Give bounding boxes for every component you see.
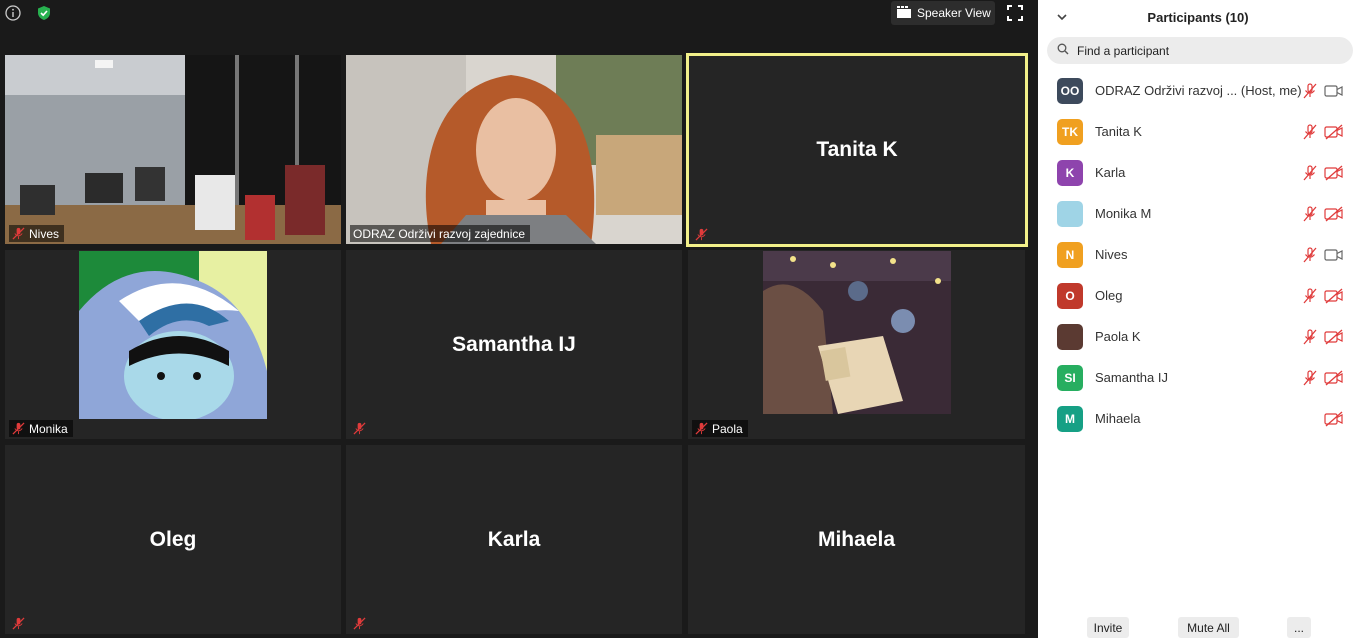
muted-mic-icon [695,228,708,241]
participant-label: Paola [692,420,748,437]
avatar: N [1057,241,1083,268]
participant-label [692,226,711,243]
participant-row[interactable]: SI Samantha IJ [1038,357,1358,398]
participant-label: ODRAZ Održivi razvoj zajednice [350,225,531,242]
participant-name: Tanita K [1095,124,1142,139]
camera-off-icon[interactable] [1324,124,1344,140]
participant-row[interactable]: Paola K [1038,316,1358,357]
participant-name: Nives [1095,247,1128,262]
muted-mic-icon [12,227,25,240]
muted-mic-icon [12,617,25,630]
participant-name: Samantha IJ [452,332,576,356]
video-tile-nives[interactable]: Nives [5,55,341,244]
search-icon [1057,42,1069,60]
camera-off-icon[interactable] [1324,411,1344,427]
muted-mic-icon[interactable] [1302,328,1318,345]
classroom-video [5,55,341,244]
invite-button[interactable]: Invite [1087,617,1129,638]
speaker-video [346,55,682,244]
avatar: O [1057,282,1083,309]
security-shield-icon[interactable] [35,4,53,22]
participant-search[interactable] [1047,37,1353,64]
muted-mic-icon [353,422,366,435]
participant-name: Karla [487,527,541,551]
muted-mic-icon[interactable] [1302,123,1318,140]
camera-off-icon[interactable] [1324,329,1344,345]
info-icon[interactable] [4,4,22,22]
participant-name: Samantha IJ [1095,370,1168,385]
avatar: M [1057,405,1083,432]
more-button[interactable]: ... [1287,617,1311,638]
participant-row[interactable]: M Mihaela [1038,398,1358,439]
muted-mic-icon[interactable] [1302,205,1318,222]
video-gallery: Speaker View Nives ODRAZ Održivi razvoj … [0,0,1038,638]
participant-label: Monika [9,420,73,437]
paola-avatar-image [763,251,951,414]
muted-mic-icon [695,422,708,435]
avatar [1057,200,1083,227]
participant-name: Karla [1095,165,1126,180]
participant-row[interactable]: OO ODRAZ Održivi razvoj ... (Host, me) [1038,70,1358,111]
participant-label [350,420,369,437]
camera-off-icon[interactable] [1324,165,1344,181]
participant-name: Tanita K [816,138,898,161]
muted-mic-icon[interactable] [1302,164,1318,181]
avatar: TK [1057,118,1083,145]
participant-name: Oleg [1095,288,1123,303]
video-tile-samantha[interactable]: Samantha IJ [346,250,682,439]
camera-on-icon[interactable] [1324,247,1344,263]
avatar [1057,323,1083,350]
avatar: K [1057,159,1083,186]
video-tile-mihaela[interactable]: Mihaela [688,445,1025,634]
participant-label [350,615,369,632]
participant-name: Mihaela [817,527,896,551]
panel-title: Participants (10) [1147,9,1249,25]
avatar: OO [1057,77,1083,104]
video-tile-paola[interactable]: Paola [688,250,1025,439]
camera-off-icon[interactable] [1324,206,1344,222]
participant-row[interactable]: Monika M [1038,193,1358,234]
camera-on-icon[interactable] [1324,83,1344,99]
speaker-view-button[interactable]: Speaker View [891,1,995,25]
participant-row[interactable]: N Nives [1038,234,1358,275]
participant-row[interactable]: TK Tanita K [1038,111,1358,152]
participant-name: Paola K [1095,329,1141,344]
camera-off-icon[interactable] [1324,288,1344,304]
participant-name: Mihaela [1095,411,1141,426]
speaker-view-label: Speaker View [917,6,991,20]
muted-mic-icon[interactable] [1302,246,1318,263]
video-tile-monika[interactable]: Monika [5,250,341,439]
muted-mic-icon [353,617,366,630]
video-tile-oleg[interactable]: Oleg [5,445,341,634]
muted-mic-icon[interactable] [1302,369,1318,386]
camera-off-icon[interactable] [1324,370,1344,386]
video-tile-karla[interactable]: Karla [346,445,682,634]
participant-name: Monika M [1095,206,1152,221]
participant-label: Nives [9,225,65,242]
participant-name: Oleg [149,527,197,551]
monika-avatar-image [79,251,267,419]
participants-panel: Participants (10) OO ODRAZ Održivi razvoj… [1038,0,1358,638]
participant-row[interactable]: K Karla [1038,152,1358,193]
fullscreen-icon[interactable] [1006,4,1026,24]
mute-all-button[interactable]: Mute All [1178,617,1239,638]
participant-name: ODRAZ Održivi razvoj ... (Host, me) [1095,83,1302,98]
grid-view-icon [897,5,911,21]
avatar: SI [1057,364,1083,391]
muted-mic-icon [12,422,25,435]
participant-row[interactable]: O Oleg [1038,275,1358,316]
muted-mic-icon[interactable] [1302,287,1318,304]
video-tile-odraz[interactable]: ODRAZ Održivi razvoj zajednice [346,55,682,244]
muted-mic-icon[interactable] [1302,82,1318,99]
search-input[interactable] [1075,42,1339,59]
participant-label [9,615,28,632]
video-tile-tanita[interactable]: Tanita K [686,53,1028,247]
